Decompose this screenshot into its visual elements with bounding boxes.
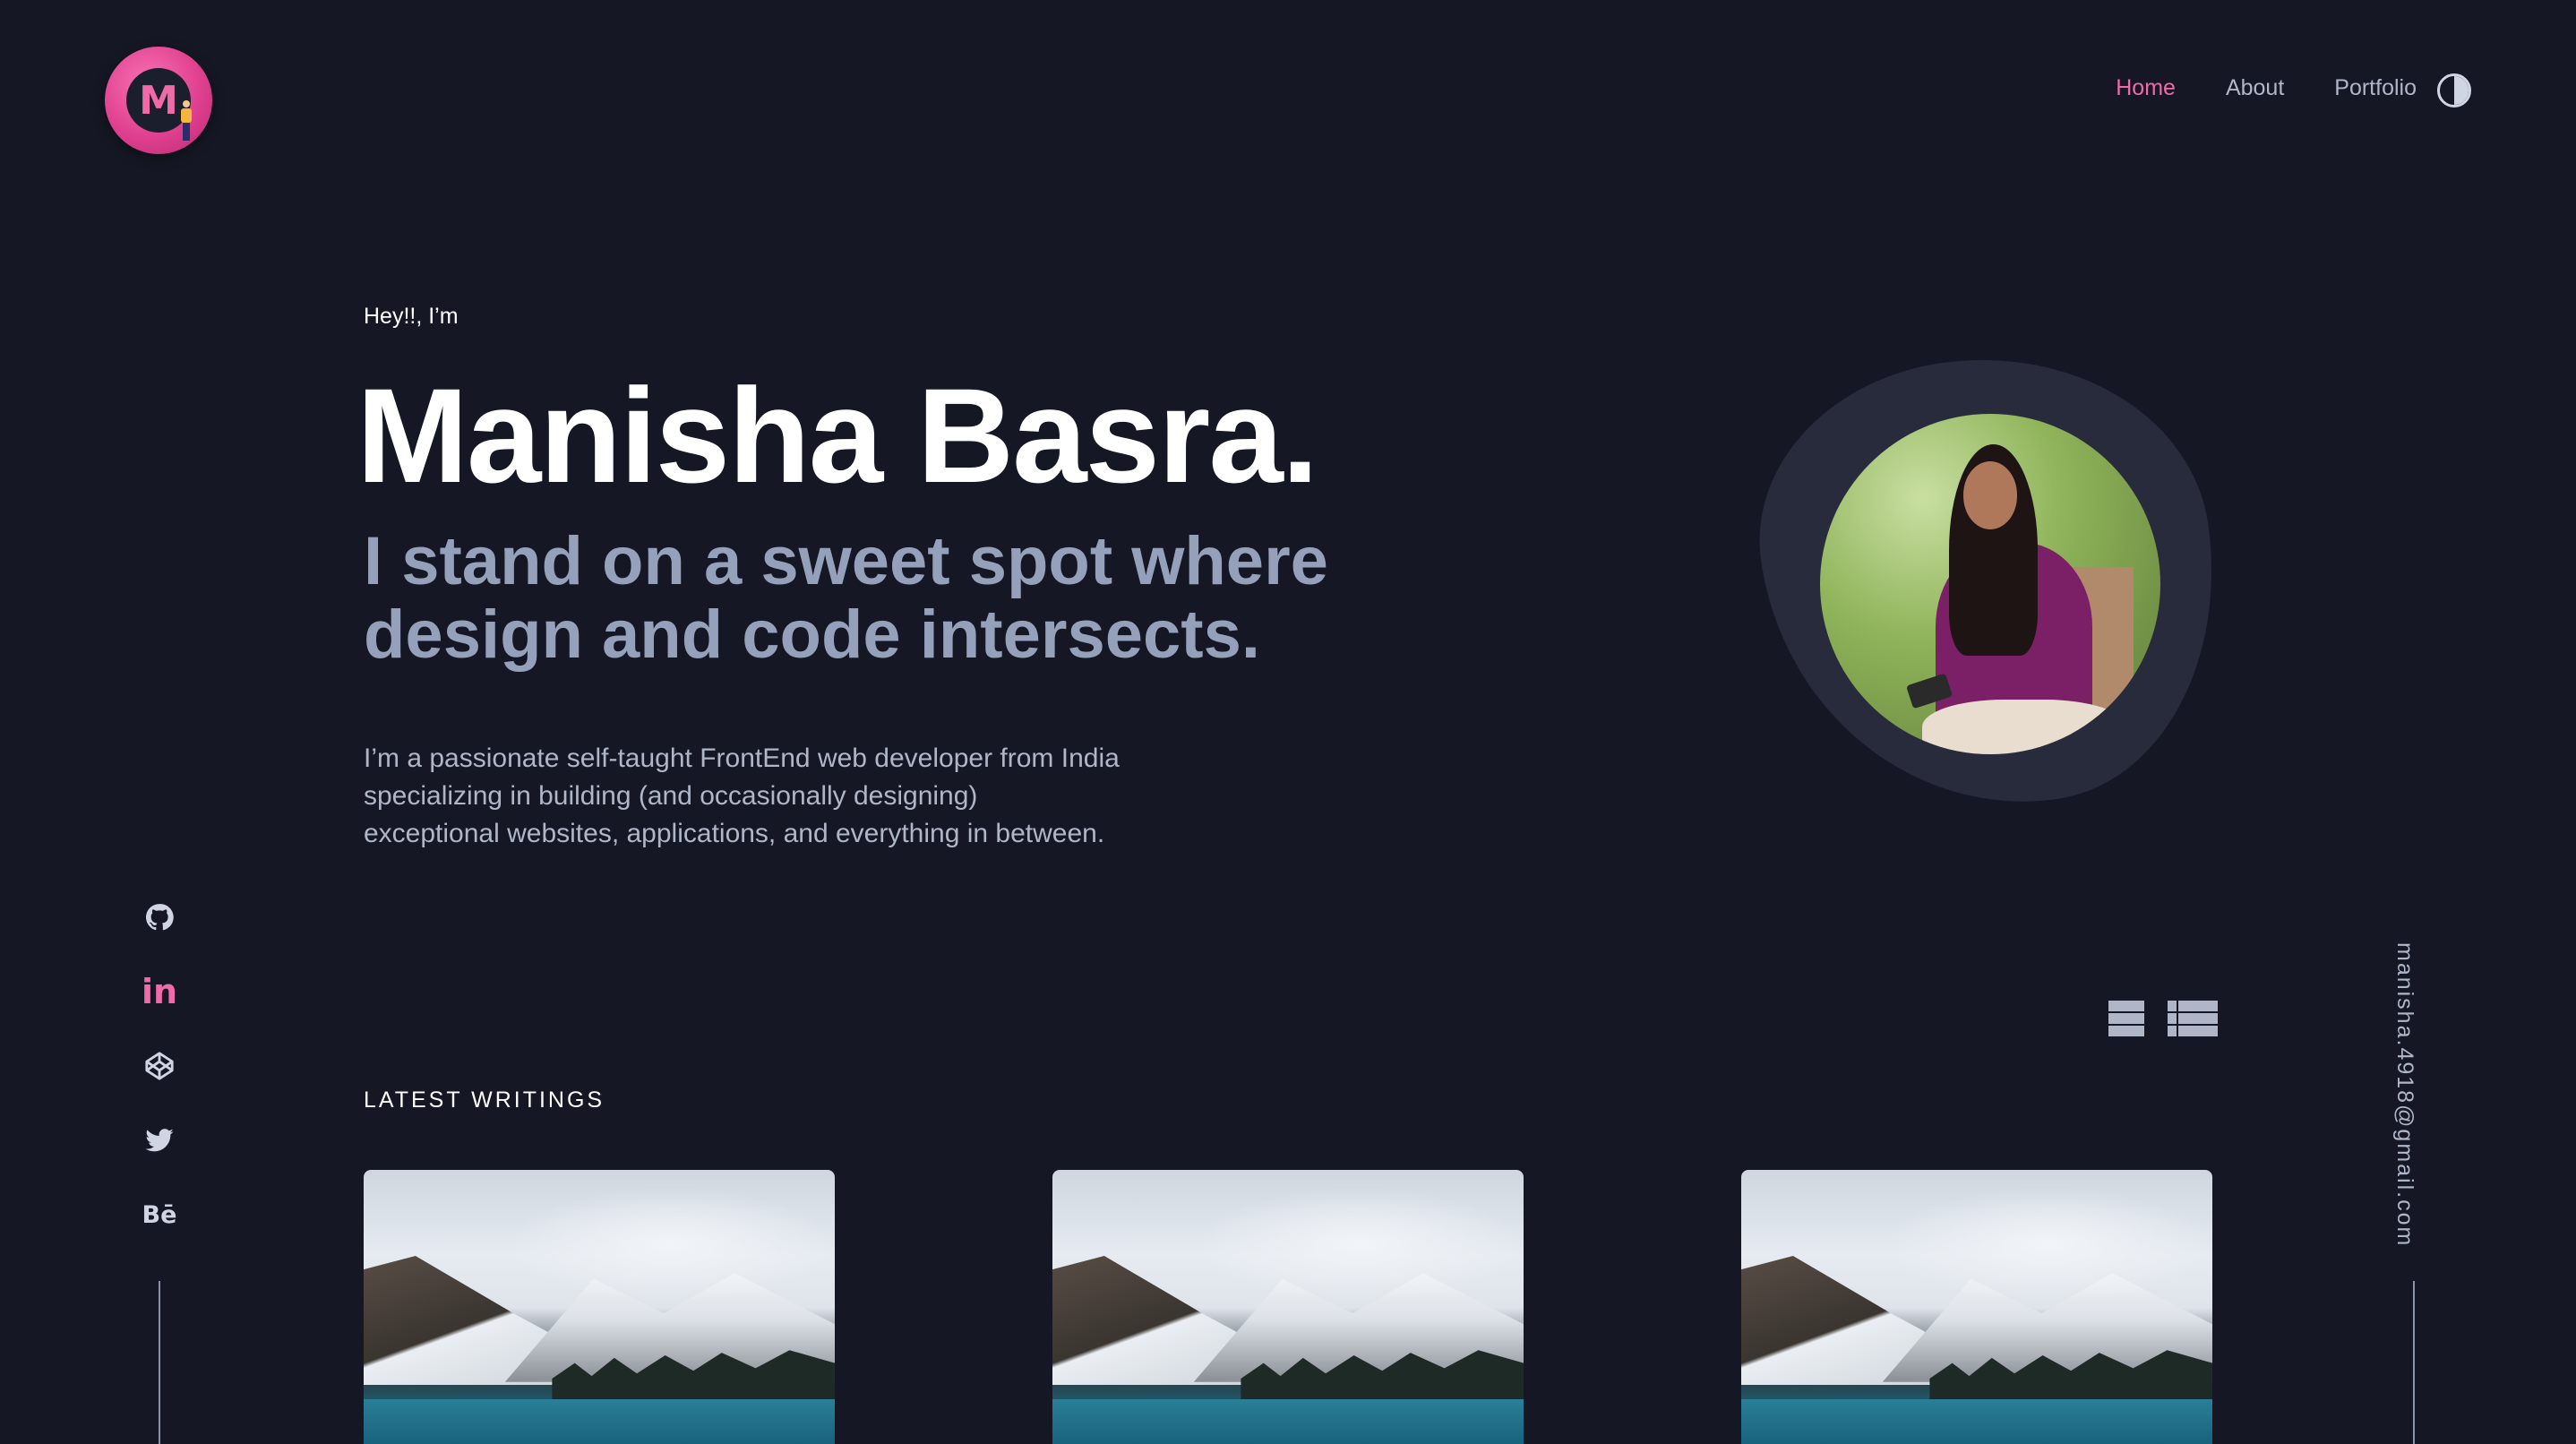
grid-view-icon[interactable] xyxy=(2049,1000,2085,1037)
profile-photo xyxy=(1820,414,2160,754)
hero-intro-line: exceptional websites, applications, and … xyxy=(364,819,1105,848)
layout-toggles xyxy=(2049,1000,2218,1037)
github-icon[interactable] xyxy=(143,901,176,933)
list-view-icon[interactable] xyxy=(2168,1000,2218,1037)
left-divider-line xyxy=(159,1281,160,1444)
latest-writings-title: LATEST WRITINGS xyxy=(364,1087,605,1113)
writing-card[interactable] xyxy=(1052,1170,1524,1444)
top-nav: Home About Portfolio xyxy=(2116,75,2417,101)
nav-portfolio[interactable]: Portfolio xyxy=(2334,75,2417,101)
hero-intro-line: I’m a passionate self-taught FrontEnd we… xyxy=(364,743,1120,773)
email-link[interactable]: manisha.4918@gmail.com xyxy=(2391,942,2417,1247)
theme-toggle-icon[interactable] xyxy=(2437,73,2471,107)
codepen-icon[interactable] xyxy=(143,1050,176,1082)
hero-name: Manisha Basra. xyxy=(356,360,1318,511)
behance-icon[interactable]: Bē xyxy=(142,1199,177,1231)
logo-figure-icon xyxy=(180,100,193,142)
hero-intro-line: specializing in building (and occasional… xyxy=(364,781,978,811)
linkedin-icon[interactable]: in xyxy=(142,972,177,1011)
hero-tagline: I stand on a sweet spot where design and… xyxy=(364,523,1328,673)
rows-view-icon[interactable] xyxy=(2108,1000,2144,1037)
site-logo[interactable]: M xyxy=(105,47,212,154)
social-links: in Bē xyxy=(140,901,179,1231)
twitter-icon[interactable] xyxy=(143,1124,176,1156)
writing-card[interactable] xyxy=(364,1170,835,1444)
right-divider-line xyxy=(2413,1281,2415,1444)
nav-home[interactable]: Home xyxy=(2116,75,2176,101)
hero-intro: I’m a passionate self-taught FrontEnd we… xyxy=(364,740,1313,853)
hero-greeting: Hey!!, I’m xyxy=(364,304,459,329)
writing-card[interactable] xyxy=(1741,1170,2212,1444)
nav-about[interactable]: About xyxy=(2226,75,2284,101)
logo-letter: M xyxy=(139,77,178,124)
